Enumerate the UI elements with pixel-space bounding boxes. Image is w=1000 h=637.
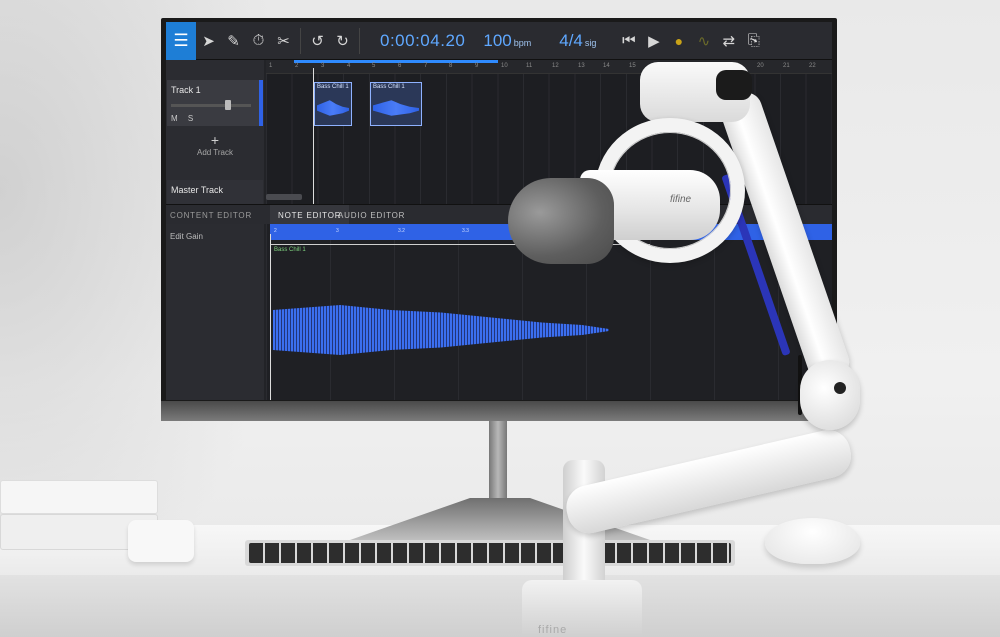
scissors-icon[interactable]: ✂: [271, 22, 296, 60]
volume-knob[interactable]: [225, 100, 231, 110]
ruler-number: 3: [321, 63, 325, 69]
ruler-number: 15: [629, 63, 636, 69]
master-track-name: Master Track: [171, 185, 224, 195]
ruler-number: 13: [578, 63, 585, 69]
mute-solo-controls[interactable]: M S: [171, 114, 197, 123]
ruler-number: 1: [269, 63, 273, 69]
skip-back-icon[interactable]: ⏮: [616, 22, 641, 60]
mic-windscreen: [508, 178, 614, 264]
editor-waveform: [273, 305, 609, 355]
clip-waveform: [317, 100, 349, 116]
loop-region[interactable]: [294, 60, 498, 63]
tab-audio-editor[interactable]: AUDIO EDITOR: [330, 205, 413, 225]
clip-waveform: [373, 100, 419, 116]
plus-icon: +: [210, 132, 220, 148]
timeline-scrollbar[interactable]: [266, 194, 302, 200]
timer-icon[interactable]: ⏱: [246, 22, 271, 60]
ruler-number: 20: [757, 63, 764, 69]
sig-unit: sig: [584, 37, 597, 48]
undo-icon[interactable]: ↺: [305, 22, 330, 60]
toolbar-divider: [359, 27, 360, 54]
track-panel: Track 1 M S + Add Track Master Track: [166, 60, 264, 212]
monitor-bezel: [161, 401, 837, 421]
audio-clip[interactable]: Bass Chill 1: [370, 82, 422, 126]
desk-clamp: fifine: [522, 580, 642, 637]
add-track-label: Add Track: [196, 148, 233, 157]
ruler-number: 6: [398, 63, 402, 69]
ruler-number: 4: [347, 63, 351, 69]
sig-value: 4/4: [559, 30, 583, 50]
menu-icon[interactable]: ☰: [166, 22, 196, 60]
pointer-icon[interactable]: ➤: [196, 22, 221, 60]
editor-clip-label: Bass Chill 1: [274, 247, 306, 253]
monitor-stand-neck: [489, 421, 507, 501]
mouse: [765, 518, 860, 564]
clamp-brand: fifine: [538, 624, 568, 636]
clip-label: Bass Chill 1: [317, 84, 349, 90]
add-track-button[interactable]: + Add Track: [166, 132, 264, 157]
editor-audio-clip[interactable]: Bass Chill 1: [270, 244, 650, 400]
ruler-number: 2: [295, 63, 299, 69]
boom-arm-elbow: [800, 360, 860, 430]
toolbar-divider: [300, 27, 301, 54]
bpm-unit: bpm: [513, 37, 532, 48]
ruler-number: 7: [424, 63, 428, 69]
time-display[interactable]: 0:00:04.20: [380, 31, 465, 51]
volume-slider[interactable]: [171, 104, 251, 107]
white-puck: [128, 520, 194, 562]
loop-icon[interactable]: ⇄: [716, 22, 741, 60]
ruler-number: 21: [783, 63, 790, 69]
redo-icon[interactable]: ↻: [330, 22, 355, 60]
automation-icon[interactable]: ∿: [691, 22, 716, 60]
tension-knob: [716, 70, 752, 100]
time-signature[interactable]: 4/4 sig: [559, 31, 596, 51]
record-icon[interactable]: ●: [666, 22, 691, 60]
clip-label: Bass Chill 1: [373, 84, 405, 90]
track-header-1[interactable]: Track 1 M S: [167, 80, 263, 126]
ruler-number: 11: [526, 63, 533, 69]
box-top: [0, 480, 158, 514]
pencil-icon[interactable]: ✎: [221, 22, 246, 60]
desk-edge: [0, 575, 1000, 637]
content-editor-label: CONTENT EDITOR: [170, 211, 253, 220]
elbow-bolt-icon: [834, 382, 846, 394]
ruler-number: 8: [449, 63, 453, 69]
track-name: Track 1: [171, 85, 201, 95]
play-icon[interactable]: ▶: [641, 22, 666, 60]
bpm-value: 100: [483, 30, 512, 50]
editor-playhead[interactable]: [270, 234, 271, 400]
ruler-number: 9: [475, 63, 479, 69]
editor-ruler-mark: 3.3: [462, 228, 469, 234]
ruler-number: 22: [809, 63, 816, 69]
daw-toolbar: ☰ ➤ ✎ ⏱ ✂ ↺ ↻ 0:00:04.20 100 bpm 4/4 sig ⏮…: [166, 22, 832, 60]
editor-ruler-mark: 3.2: [398, 228, 405, 234]
ruler-number: 12: [552, 63, 559, 69]
editor-ruler-mark: 2: [274, 228, 277, 234]
bpm-display[interactable]: 100 bpm: [483, 31, 531, 51]
editor-sidebar: Edit Gain: [166, 224, 264, 400]
editor-ruler-mark: 3: [336, 228, 339, 234]
export-icon[interactable]: ⎘: [741, 22, 766, 60]
keyboard: [245, 540, 735, 566]
ruler-number: 10: [501, 63, 508, 69]
edit-gain-option[interactable]: Edit Gain: [170, 232, 203, 241]
mic-logo: fifine: [670, 194, 692, 205]
audio-clip[interactable]: Bass Chill 1: [314, 82, 352, 126]
playhead[interactable]: [313, 68, 314, 212]
ruler-number: 5: [372, 63, 376, 69]
keyboard-keys: [249, 543, 731, 563]
ruler-number: 14: [603, 63, 610, 69]
